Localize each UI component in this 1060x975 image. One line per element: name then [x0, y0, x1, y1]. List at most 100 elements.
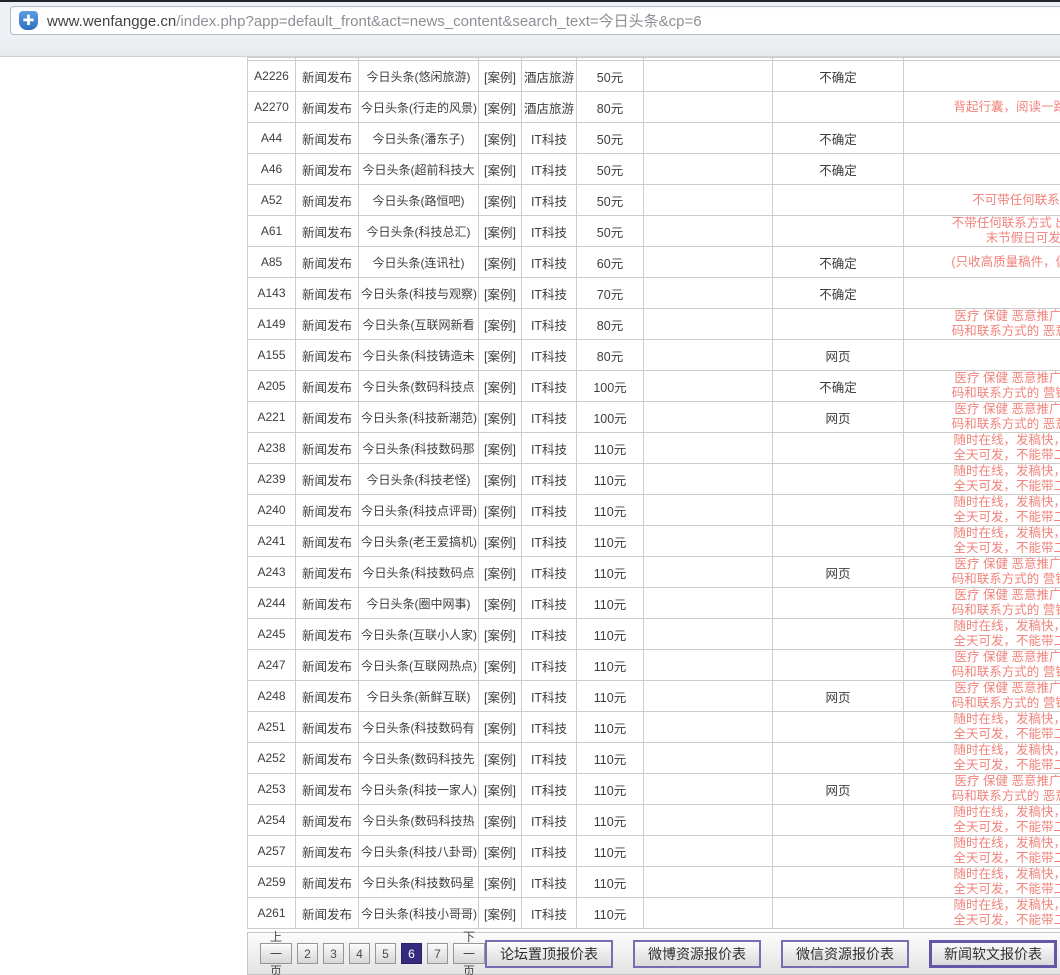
row-type: 新闻发布	[296, 309, 359, 340]
row-case-link[interactable]: [案例]	[479, 681, 522, 712]
row-case-link[interactable]: [案例]	[479, 712, 522, 743]
row-type: 新闻发布	[296, 588, 359, 619]
row-case-link[interactable]: [案例]	[479, 61, 522, 92]
page-button-6[interactable]: 6	[401, 943, 422, 964]
row-case-link[interactable]: [案例]	[479, 774, 522, 805]
row-title: 今日头条(连讯社)	[359, 247, 479, 278]
comment-line: 全天可发，不能带二维码和	[904, 510, 1060, 525]
address-bar[interactable]: ✚ www.wenfangge.cn/index.php?app=default…	[10, 6, 1060, 35]
table-row: A205新闻发布今日头条(数码科技点[案例]IT科技100元不确定医疗 保健 恶…	[248, 371, 1060, 402]
row-id: A240	[248, 495, 296, 526]
row-case-link[interactable]: [案例]	[479, 278, 522, 309]
row-category: IT科技	[522, 123, 577, 154]
row-comment: 随时在线，发稿快，节假日全天可发，不能带二维码和	[904, 526, 1060, 557]
table-row: A257新闻发布今日头条(科技八卦哥)[案例]IT科技110元随时在线，发稿快，…	[248, 836, 1060, 867]
row-case-link[interactable]: [案例]	[479, 309, 522, 340]
row-price: 110元	[577, 774, 644, 805]
page-button-7[interactable]: 7	[427, 943, 448, 964]
comment-line: 码和联系方式的 营销性质的	[904, 603, 1060, 618]
comment-line: 全天可发，不能带二维码和	[904, 541, 1060, 556]
footer-buttons: 论坛置顶报价表 微博资源报价表 微信资源报价表 新闻软文报价表	[485, 940, 1057, 968]
forum-top-price-button[interactable]: 论坛置顶报价表	[485, 940, 613, 968]
row-case-link[interactable]: [案例]	[479, 464, 522, 495]
row-case-link[interactable]: [案例]	[479, 185, 522, 216]
row-price: 100元	[577, 371, 644, 402]
row-case-link[interactable]: [案例]	[479, 402, 522, 433]
wechat-resource-price-button[interactable]: 微信资源报价表	[781, 940, 909, 968]
row-case-link[interactable]: [案例]	[479, 247, 522, 278]
comment-line: 随时在线，发稿快，节假日	[904, 619, 1060, 634]
row-case-link[interactable]: [案例]	[479, 216, 522, 247]
next-page-button[interactable]: 下一页	[453, 943, 485, 964]
footer-bar: 上一页 234567 下一页 论坛置顶报价表 微博资源报价表 微信资源报价表 新…	[247, 932, 1060, 975]
row-case-link[interactable]: [案例]	[479, 588, 522, 619]
row-status: 网页	[773, 774, 904, 805]
row-empty	[644, 681, 773, 712]
table-row: A253新闻发布今日头条(科技一家人)[案例]IT科技110元网页医疗 保健 恶…	[248, 774, 1060, 805]
row-case-link[interactable]: [案例]	[479, 619, 522, 650]
row-comment: 随时在线，发稿快，节假日全天可发，不能带二维码和	[904, 836, 1060, 867]
row-id: A241	[248, 526, 296, 557]
table-row: A240新闻发布今日头条(科技点评哥)[案例]IT科技110元随时在线，发稿快，…	[248, 495, 1060, 526]
row-category: IT科技	[522, 402, 577, 433]
row-case-link[interactable]: [案例]	[479, 123, 522, 154]
weibo-resource-price-button[interactable]: 微博资源报价表	[633, 940, 761, 968]
page-button-5[interactable]: 5	[375, 943, 396, 964]
row-id: A248	[248, 681, 296, 712]
row-empty	[644, 247, 773, 278]
prev-page-button[interactable]: 上一页	[260, 943, 292, 964]
row-status: 网页	[773, 340, 904, 371]
row-comment: 随时在线，发稿快，节假日全天可发，不能带二维码和	[904, 495, 1060, 526]
row-case-link[interactable]: [案例]	[479, 743, 522, 774]
row-price: 100元	[577, 402, 644, 433]
row-empty	[644, 898, 773, 929]
row-case-link[interactable]: [案例]	[479, 340, 522, 371]
row-case-link[interactable]: [案例]	[479, 495, 522, 526]
comment-line: 码和联系方式的 营销性质的	[904, 572, 1060, 587]
row-case-link[interactable]: [案例]	[479, 154, 522, 185]
row-comment: 不可带任何联系方式	[904, 185, 1060, 216]
row-comment: 医疗 保健 恶意推广 带二维码和联系方式的 恶意营销性	[904, 309, 1060, 340]
news-article-price-button[interactable]: 新闻软文报价表	[929, 940, 1057, 968]
row-status: 不确定	[773, 123, 904, 154]
row-case-link[interactable]: [案例]	[479, 836, 522, 867]
row-id: A239	[248, 464, 296, 495]
row-id: A253	[248, 774, 296, 805]
row-empty	[644, 650, 773, 681]
row-price: 110元	[577, 526, 644, 557]
page-button-2[interactable]: 2	[297, 943, 318, 964]
row-case-link[interactable]: [案例]	[479, 526, 522, 557]
row-category: IT科技	[522, 216, 577, 247]
row-case-link[interactable]: [案例]	[479, 557, 522, 588]
row-id: A238	[248, 433, 296, 464]
comment-line: 背起行囊，阅读一路上的风	[904, 100, 1060, 115]
page-button-3[interactable]: 3	[323, 943, 344, 964]
row-status	[773, 898, 904, 929]
row-empty	[644, 836, 773, 867]
row-case-link[interactable]: [案例]	[479, 650, 522, 681]
row-case-link[interactable]: [案例]	[479, 92, 522, 123]
table-row: A155新闻发布今日头条(科技铸造未[案例]IT科技80元网页	[248, 340, 1060, 371]
row-price: 110元	[577, 836, 644, 867]
row-type: 新闻发布	[296, 278, 359, 309]
row-category: IT科技	[522, 588, 577, 619]
table-row: A2226新闻发布今日头条(悠闲旅游)[案例]酒店旅游50元不确定	[248, 61, 1060, 92]
comment-line: 随时在线，发稿快，节假日	[904, 898, 1060, 913]
row-case-link[interactable]: [案例]	[479, 433, 522, 464]
row-case-link[interactable]: [案例]	[479, 898, 522, 929]
comment-line: 医疗 保健 恶意推广 带二维	[904, 557, 1060, 572]
table-row: A251新闻发布今日头条(科技数码有[案例]IT科技110元随时在线，发稿快，节…	[248, 712, 1060, 743]
row-type: 新闻发布	[296, 836, 359, 867]
row-price: 50元	[577, 216, 644, 247]
row-id: A2226	[248, 61, 296, 92]
row-type: 新闻发布	[296, 154, 359, 185]
row-price: 110元	[577, 650, 644, 681]
row-status	[773, 867, 904, 898]
page-button-4[interactable]: 4	[349, 943, 370, 964]
row-case-link[interactable]: [案例]	[479, 371, 522, 402]
row-case-link[interactable]: [案例]	[479, 867, 522, 898]
row-empty	[644, 619, 773, 650]
row-title: 今日头条(互联小人家)	[359, 619, 479, 650]
row-case-link[interactable]: [案例]	[479, 805, 522, 836]
row-category: IT科技	[522, 526, 577, 557]
